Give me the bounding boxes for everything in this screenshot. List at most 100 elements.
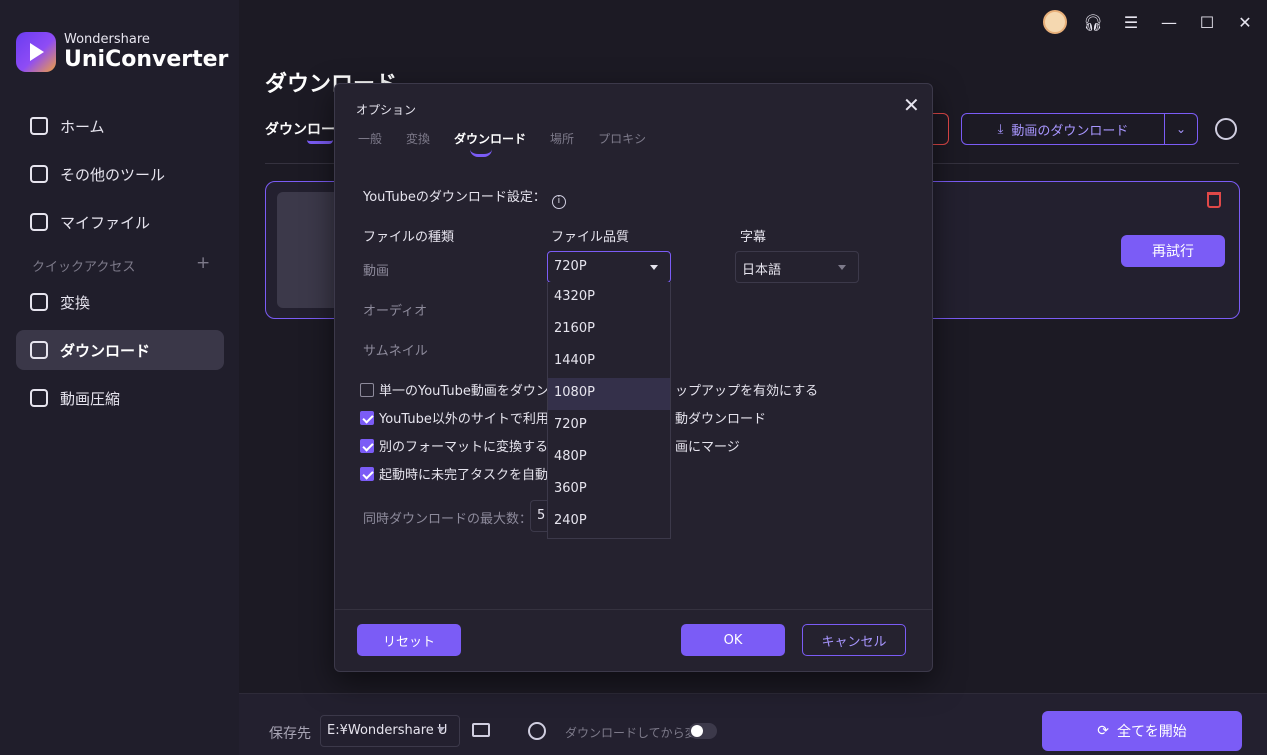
compress-icon [30, 389, 48, 407]
checkbox-label: 単一のYouTube動画をダウンロ [379, 384, 562, 399]
minimize-icon: — [1161, 12, 1177, 32]
tab-general[interactable]: 一般 [358, 130, 382, 147]
toolbox-icon [30, 165, 48, 183]
checkbox[interactable] [360, 410, 374, 425]
checkbox-label-tail: 画にマージ [675, 440, 740, 455]
info-icon[interactable]: i [551, 195, 566, 209]
quality-option[interactable]: 480P [548, 442, 670, 474]
sidebar-item-label: 動画圧縮 [60, 389, 121, 408]
sidebar-item-convert[interactable]: 変換 [16, 282, 224, 322]
quick-access-label: クイックアクセス [32, 260, 136, 275]
sidebar-item-my-files[interactable]: マイファイル [16, 202, 224, 242]
file-type-header: ファイルの種類 [363, 230, 455, 245]
quality-select-value: 720P [554, 259, 587, 274]
tab-download[interactable]: ダウンロード [454, 130, 526, 157]
trash-icon[interactable] [1207, 192, 1221, 208]
dialog-tabs: 一般 変換 ダウンロード 場所 プロキシ [358, 130, 646, 157]
avatar-icon [1043, 10, 1067, 34]
home-icon [30, 117, 48, 135]
quality-option[interactable]: 240P [548, 506, 670, 538]
checkbox-label: YouTube以外のサイトで利用可 [379, 412, 562, 427]
row-video-label: 動画 [363, 264, 390, 279]
chevron-down-icon [650, 265, 658, 270]
row-audio-label: オーディオ [363, 304, 428, 319]
quality-select[interactable]: 720P [547, 251, 671, 283]
folder-icon[interactable] [472, 723, 490, 737]
sidebar-item-label: ホーム [60, 117, 105, 136]
headset-icon: 🎧︎ [1082, 12, 1104, 32]
maximize-button[interactable]: ☐ [1195, 10, 1219, 34]
file-quality-header: ファイル品質 [551, 230, 630, 245]
sidebar-item-label: その他のツール [60, 165, 166, 184]
checkbox-other-sites-auto-download[interactable]: YouTube以外のサイトで利用可 [360, 408, 562, 427]
chevron-down-icon [437, 727, 445, 732]
file-icon [30, 213, 48, 231]
tab-convert[interactable]: 変換 [406, 130, 430, 147]
close-window-button[interactable]: ✕ [1233, 10, 1257, 34]
quality-option[interactable]: 1440P [548, 346, 670, 378]
dialog-title: オプション [356, 103, 417, 117]
quality-option[interactable]: 4320P [548, 282, 670, 314]
dialog-close-button[interactable]: ✕ [903, 95, 920, 115]
sidebar-item-label: 変換 [60, 293, 91, 312]
checkbox-merge-on-convert[interactable]: 別のフォーマットに変換するとき [360, 436, 574, 455]
checkbox-label: 起動時に未完了タスクを自動 [379, 468, 549, 483]
menu-icon: ☰ [1123, 12, 1139, 32]
start-all-label: 全てを開始 [1117, 724, 1187, 740]
subtitle-select[interactable]: 日本語 [735, 251, 859, 283]
tab-proxy[interactable]: プロキシ [598, 130, 646, 147]
download-arrow-icon: ⤓ [997, 121, 1004, 137]
ok-button[interactable]: OK [681, 624, 785, 656]
title-bar: 🎧︎ ☰ — ☐ ✕ [1043, 10, 1257, 34]
convert-icon [30, 293, 48, 311]
checkbox-label-tail: 動ダウンロード [675, 412, 767, 427]
cancel-button[interactable]: キャンセル [802, 624, 906, 656]
tab-active-indicator [307, 140, 333, 144]
menu-button[interactable]: ☰ [1119, 10, 1143, 34]
chevron-down-icon [838, 265, 846, 270]
subtitle-header: 字幕 [740, 230, 767, 245]
refresh-icon: ⟳ [1097, 723, 1109, 739]
quick-access-add-button[interactable]: + [196, 253, 210, 273]
sidebar-item-home[interactable]: ホーム [16, 106, 224, 146]
settings-gear-icon[interactable] [1215, 118, 1237, 140]
bottom-bar: 保存先 E:¥Wondershare U ダウンロードしてから変換: ⟳ 全てを… [239, 693, 1267, 755]
sidebar-item-tools[interactable]: その他のツール [16, 154, 224, 194]
support-button[interactable]: 🎧︎ [1081, 10, 1105, 34]
close-icon: ✕ [1238, 12, 1252, 32]
quality-dropdown-list: 4320P 2160P 1440P 1080P 720P 480P 360P 2… [547, 282, 671, 539]
retry-button[interactable]: 再試行 [1121, 235, 1225, 267]
account-button[interactable] [1043, 10, 1067, 34]
reset-button[interactable]: リセット [357, 624, 461, 656]
checkbox[interactable] [360, 466, 374, 481]
checkbox-single-video-popup[interactable]: 単一のYouTube動画をダウンロ [360, 380, 562, 399]
checkbox-label: 別のフォーマットに変換するとき [379, 440, 575, 455]
checkbox[interactable] [360, 438, 374, 453]
sidebar-item-download[interactable]: ダウンロード [16, 330, 224, 370]
quality-option[interactable]: 2160P [548, 314, 670, 346]
uniconverter-logo-icon [16, 32, 56, 72]
tab-location[interactable]: 場所 [550, 130, 574, 147]
row-thumbnail-label: サムネイル [363, 344, 428, 359]
quality-option[interactable]: 720P [548, 410, 670, 442]
checkbox[interactable] [360, 382, 374, 397]
chevron-down-icon[interactable]: ⌄ [1165, 122, 1197, 136]
checkbox-resume-tasks-on-launch[interactable]: 起動時に未完了タスクを自動 [360, 464, 548, 483]
quality-option-hovered[interactable]: 1080P [548, 378, 670, 410]
app-logo: Wondershare UniConverter [16, 32, 228, 72]
start-all-button[interactable]: ⟳ 全てを開始 [1042, 711, 1242, 751]
checkbox-label-tail: ップアップを有効にする [675, 384, 819, 399]
quality-option[interactable]: 360P [548, 474, 670, 506]
youtube-settings-heading: YouTubeのダウンロード設定： i [363, 186, 566, 209]
options-dialog: オプション ✕ 一般 変換 ダウンロード 場所 プロキシ YouTubeのダウン… [334, 83, 933, 672]
download-video-label: 動画のダウンロード [1011, 123, 1129, 139]
sidebar-item-compress[interactable]: 動画圧縮 [16, 378, 224, 418]
download-video-button[interactable]: ⤓ 動画のダウンロード ⌄ [961, 113, 1198, 145]
convert-after-download-toggle[interactable] [689, 723, 717, 739]
divider [335, 609, 932, 610]
clock-icon[interactable] [528, 722, 546, 740]
sidebar-item-label: マイファイル [60, 213, 151, 232]
minimize-button[interactable]: — [1157, 10, 1181, 34]
save-location-label: 保存先 [269, 726, 311, 742]
sidebar-item-label: ダウンロード [60, 341, 151, 360]
